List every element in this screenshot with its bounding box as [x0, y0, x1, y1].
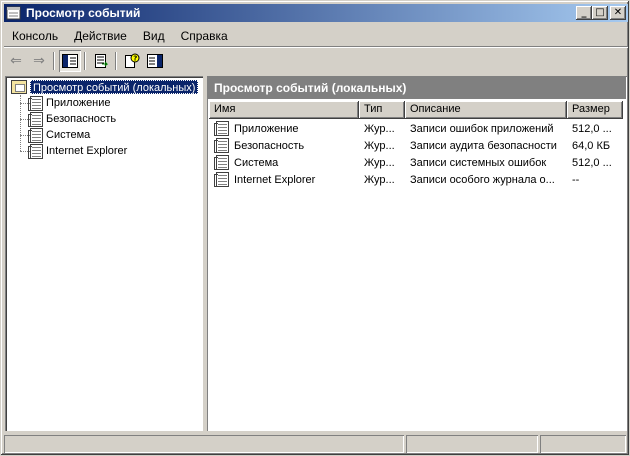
column-headers: Имя Тип Описание Размер	[209, 101, 623, 119]
title-bar[interactable]: Просмотр событий _ □ ✕	[4, 4, 628, 22]
tree-root-event-viewer[interactable]: Просмотр событий (локальных)	[11, 79, 199, 95]
table-row[interactable]: Приложение Жур... Записи ошибок приложен…	[209, 120, 623, 137]
menu-view[interactable]: Вид	[135, 26, 173, 46]
help-icon: ?	[125, 53, 140, 68]
log-icon	[28, 95, 43, 111]
back-arrow-icon: ⇐	[10, 53, 22, 69]
help-button[interactable]: ?	[121, 50, 143, 72]
minimize-button[interactable]: _	[576, 6, 592, 20]
export-list-button[interactable]	[90, 50, 112, 72]
log-icon	[214, 155, 229, 170]
svg-text:?: ?	[133, 55, 137, 63]
toolbar-separator	[53, 52, 55, 70]
close-button[interactable]: ✕	[610, 6, 626, 20]
status-panel	[406, 435, 538, 453]
window-title: Просмотр событий	[26, 6, 141, 20]
log-icon	[28, 127, 43, 143]
tree-item-system[interactable]: Система	[20, 127, 90, 143]
event-viewer-icon	[11, 80, 27, 94]
tree-item-internet-explorer[interactable]: Internet Explorer	[20, 143, 127, 159]
log-list[interactable]: Имя Тип Описание Размер Приложение Жур..…	[209, 101, 625, 429]
event-viewer-window: Просмотр событий _ □ ✕ Консоль Действие …	[0, 0, 630, 456]
status-panel	[540, 435, 626, 453]
tree-root-label: Просмотр событий (локальных)	[30, 80, 199, 94]
menu-console[interactable]: Консоль	[4, 26, 66, 46]
table-row[interactable]: Internet Explorer Жур... Записи особого …	[209, 171, 623, 188]
column-header-description[interactable]: Описание	[405, 101, 567, 119]
menu-action[interactable]: Действие	[66, 26, 135, 46]
column-header-name[interactable]: Имя	[209, 101, 359, 119]
details-pane-title: Просмотр событий (локальных)	[208, 77, 626, 99]
console-tree: Просмотр событий (локальных) Приложение …	[5, 76, 203, 431]
forward-arrow-icon: ⇒	[33, 53, 45, 69]
properties-button[interactable]	[144, 50, 166, 72]
toolbar-separator	[115, 52, 117, 70]
column-header-type[interactable]: Тип	[359, 101, 405, 119]
details-pane: Просмотр событий (локальных) Имя Тип Опи…	[207, 76, 627, 431]
event-viewer-icon	[6, 6, 22, 20]
menu-bar: Консоль Действие Вид Справка	[4, 25, 628, 47]
status-panel	[4, 435, 404, 453]
table-row[interactable]: Система Жур... Записи системных ошибок 5…	[209, 154, 623, 171]
toolbar-separator	[84, 52, 86, 70]
column-header-size[interactable]: Размер	[567, 101, 623, 119]
tree-item-security[interactable]: Безопасность	[20, 111, 116, 127]
log-icon	[214, 138, 229, 153]
minimize-icon: _	[581, 7, 587, 18]
log-icon	[28, 143, 43, 159]
menu-help[interactable]: Справка	[173, 26, 236, 46]
status-bar	[4, 434, 628, 454]
forward-button[interactable]: ⇒	[28, 50, 50, 72]
export-list-icon	[95, 54, 109, 68]
maximize-button[interactable]: □	[592, 6, 608, 20]
table-row[interactable]: Безопасность Жур... Записи аудита безопа…	[209, 137, 623, 154]
maximize-icon: □	[595, 7, 605, 18]
close-icon: ✕	[613, 7, 623, 18]
log-icon	[214, 172, 229, 187]
show-hide-tree-icon	[62, 54, 78, 68]
back-button[interactable]: ⇐	[5, 50, 27, 72]
tree-item-application[interactable]: Приложение	[20, 95, 111, 111]
properties-icon	[147, 54, 163, 68]
log-icon	[28, 111, 43, 127]
log-icon	[214, 121, 229, 136]
show-hide-tree-button[interactable]	[59, 50, 81, 72]
toolbar: ⇐ ⇒ ?	[4, 49, 628, 73]
